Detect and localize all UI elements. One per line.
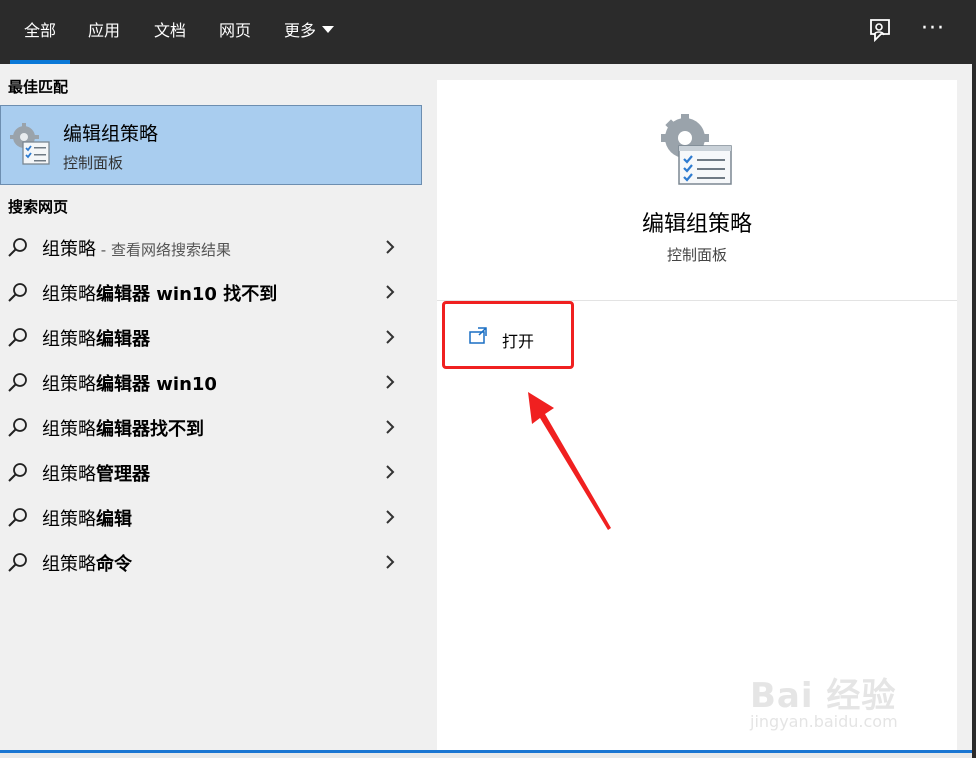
search-icon (8, 463, 27, 482)
web-result-row[interactable]: 组策略 - 查看网络搜索结果 (0, 225, 422, 270)
annotation-arrow (528, 392, 611, 530)
result-hint: - 查看网络搜索结果 (96, 241, 231, 259)
results-panel: 最佳匹配 编辑组策略 控制面板 搜索网页 组策略 - 查看网络搜索结果 组策略编辑… (0, 64, 422, 750)
web-result-text: 组策略命令 (42, 550, 132, 576)
chevron-right-icon[interactable] (382, 508, 398, 526)
watermark-main: Bai 经验 (750, 676, 897, 716)
chevron-right-icon[interactable] (382, 418, 398, 436)
result-bold: 编辑器 (96, 329, 150, 350)
more-options-icon[interactable]: ··· (918, 14, 948, 44)
result-bold: 命令 (96, 554, 132, 575)
preview-title: 编辑组策略 (641, 212, 752, 237)
web-result-row[interactable]: 组策略编辑器 (0, 315, 422, 360)
result-bold: 编辑 (96, 509, 132, 530)
best-match-title: 编辑组策略 (63, 123, 159, 145)
chevron-right-icon[interactable] (382, 373, 398, 391)
caret-down-icon (322, 26, 335, 33)
search-icon (8, 508, 27, 527)
web-result-row[interactable]: 组策略管理器 (0, 450, 422, 495)
best-match-subtitle: 控制面板 (63, 154, 124, 172)
result-bold: 编辑器找不到 (96, 419, 204, 440)
result-bold: 编辑器 win10 找不到 (96, 284, 278, 305)
web-result-row[interactable]: 组策略命令 (0, 540, 422, 585)
web-result-text: 组策略编辑 (42, 505, 132, 531)
baidu-jingyan-watermark: Bai 经验 jingyan.baidu.com (750, 650, 950, 740)
web-result-text: 组策略编辑器 win10 找不到 (42, 280, 277, 306)
result-prefix: 组策略 (42, 509, 96, 530)
result-prefix: 组策略 (42, 239, 96, 260)
tab-more[interactable]: 更多 (284, 0, 335, 64)
tab-apps-label: 应用 (88, 21, 121, 40)
web-result-row[interactable]: 组策略编辑 (0, 495, 422, 540)
preview-subtitle: 控制面板 (666, 246, 727, 264)
best-match-item[interactable]: 编辑组策略 控制面板 (0, 105, 422, 185)
open-external-icon (469, 327, 487, 344)
tab-all[interactable]: 全部 (9, 0, 71, 64)
search-icon (8, 373, 27, 392)
result-prefix: 组策略 (42, 284, 96, 305)
web-result-row[interactable]: 组策略编辑器找不到 (0, 405, 422, 450)
result-prefix: 组策略 (42, 419, 96, 440)
web-result-text: 组策略 - 查看网络搜索结果 (42, 235, 231, 261)
chevron-right-icon[interactable] (382, 283, 398, 301)
search-icon (8, 238, 27, 257)
search-icon (8, 418, 27, 437)
search-top-bar: 全部 应用 文档 网页 更多 ··· (0, 0, 976, 64)
result-bold: 编辑器 win10 (96, 374, 217, 395)
feedback-icon[interactable] (866, 16, 896, 46)
search-icon (8, 553, 27, 572)
tab-all-label: 全部 (24, 21, 57, 40)
watermark-sub: jingyan.baidu.com (750, 712, 898, 731)
result-prefix: 组策略 (42, 374, 96, 395)
preview-divider (437, 300, 957, 301)
tab-web-label: 网页 (219, 21, 252, 40)
tab-web[interactable]: 网页 (219, 0, 251, 64)
group-policy-icon (10, 123, 50, 165)
open-label: 打开 (502, 332, 535, 351)
result-bold: 管理器 (96, 464, 150, 485)
tab-documents[interactable]: 文档 (154, 0, 186, 64)
tab-apps[interactable]: 应用 (88, 0, 120, 64)
open-button[interactable]: 打开 (461, 320, 571, 358)
chevron-right-icon[interactable] (382, 328, 398, 346)
chevron-right-icon[interactable] (382, 553, 398, 571)
web-result-text: 组策略管理器 (42, 460, 150, 486)
web-result-text: 组策略编辑器 (42, 325, 150, 351)
web-result-text: 组策略编辑器找不到 (42, 415, 204, 441)
tab-documents-label: 文档 (154, 21, 187, 40)
bottom-accent-bar (0, 750, 972, 758)
web-result-row[interactable]: 组策略编辑器 win10 (0, 360, 422, 405)
window-edge (972, 0, 976, 758)
search-icon (8, 328, 27, 347)
result-prefix: 组策略 (42, 554, 96, 575)
search-icon (8, 283, 27, 302)
chevron-right-icon[interactable] (382, 238, 398, 256)
chevron-right-icon[interactable] (382, 463, 398, 481)
web-result-row[interactable]: 组策略编辑器 win10 找不到 (0, 270, 422, 315)
group-policy-large-icon (661, 114, 732, 185)
tab-more-label: 更多 (284, 21, 317, 40)
web-result-text: 组策略编辑器 win10 (42, 370, 217, 396)
best-match-heading: 最佳匹配 (8, 78, 69, 96)
web-search-heading: 搜索网页 (8, 198, 69, 216)
result-prefix: 组策略 (42, 329, 96, 350)
result-prefix: 组策略 (42, 464, 96, 485)
